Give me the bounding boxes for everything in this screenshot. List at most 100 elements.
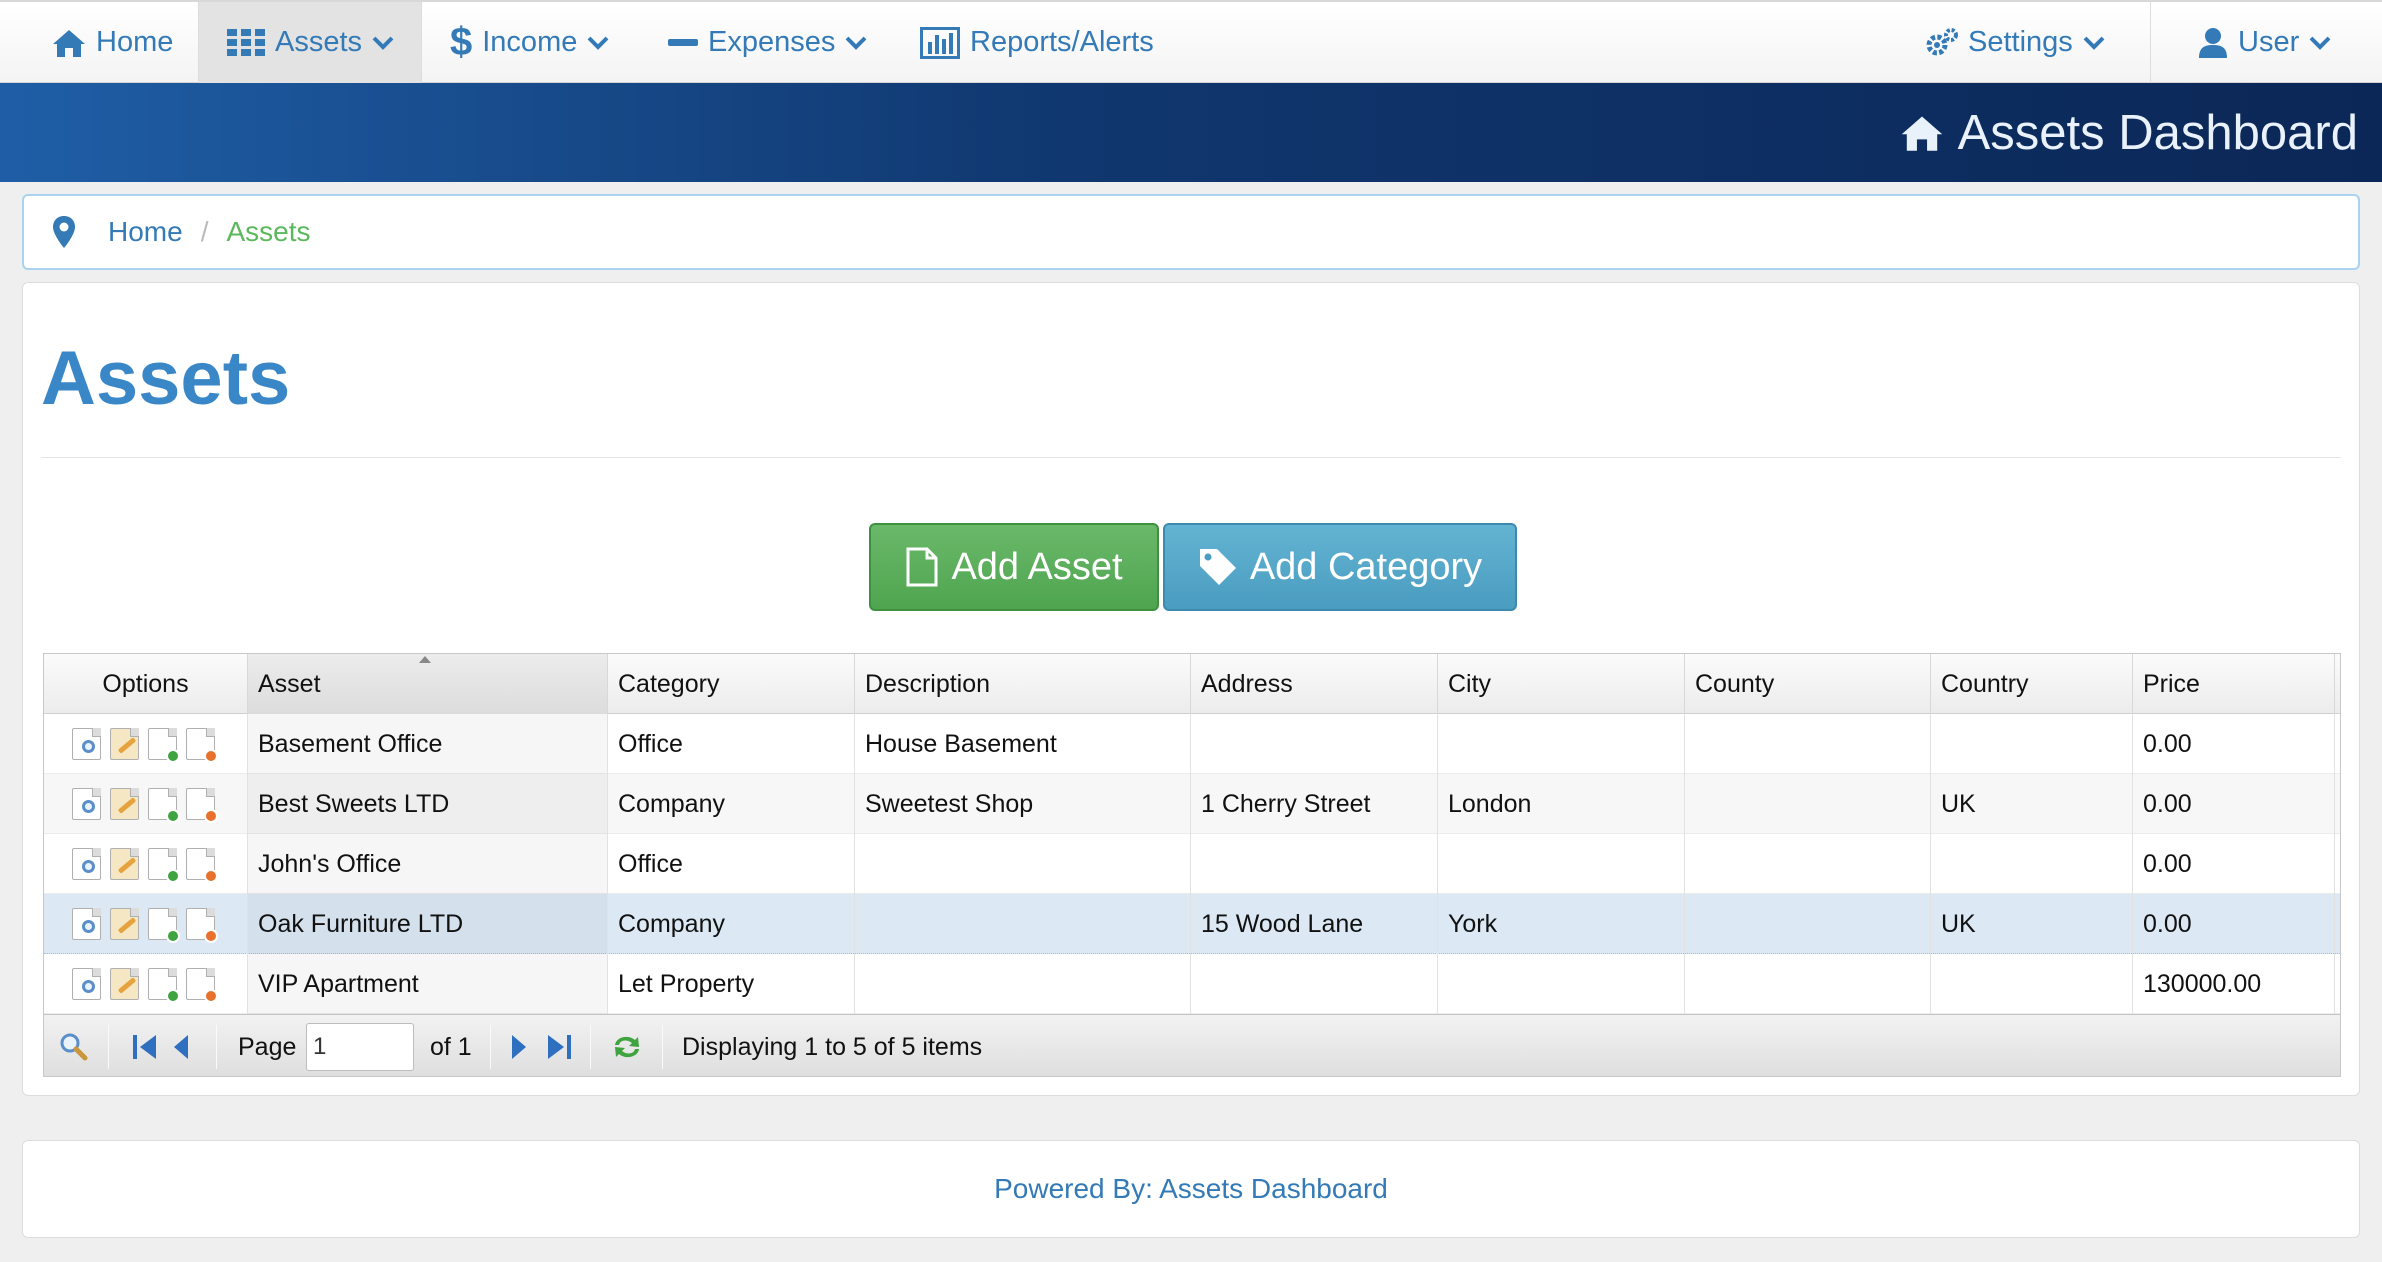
delete-record-icon[interactable] [186, 968, 218, 1003]
file-icon [906, 547, 938, 587]
delete-record-icon[interactable] [186, 788, 218, 823]
breadcrumb-home[interactable]: Home [108, 216, 183, 248]
table-row[interactable]: Best Sweets LTD Company Sweetest Shop 1 Che… [44, 774, 2340, 834]
cell-description [855, 834, 1191, 894]
nav-assets-label: Assets [275, 26, 363, 58]
nav-user-label: User [2238, 26, 2300, 58]
row-options [44, 714, 248, 774]
cell-address [1191, 954, 1438, 1014]
title-divider [41, 457, 2341, 458]
cell-description [855, 894, 1191, 954]
cell-city [1438, 834, 1685, 894]
cell-category: Company [608, 894, 855, 954]
page-label: Page [238, 1032, 297, 1061]
nav-user[interactable]: User [2170, 2, 2359, 83]
cell-county [1685, 894, 1931, 954]
assets-table: Options Asset Category Description Addre… [43, 653, 2341, 1077]
nav-expenses[interactable]: Expenses [640, 2, 895, 83]
cell-country: UK [1931, 774, 2133, 834]
sort-ascending-icon [419, 656, 431, 663]
add-record-icon[interactable] [148, 728, 180, 763]
add-asset-button[interactable]: Add Asset [869, 523, 1159, 611]
search-icon[interactable] [58, 1031, 88, 1061]
top-navbar: Home Assets $ Income Expenses Reports/Al… [0, 0, 2382, 83]
edit-record-icon[interactable] [110, 728, 139, 760]
column-header-price[interactable]: Price [2133, 654, 2335, 714]
map-marker-icon [53, 216, 75, 248]
home-icon [53, 29, 85, 57]
column-header-city[interactable]: City [1438, 654, 1685, 714]
add-record-icon[interactable] [148, 968, 180, 1003]
table-header: Options Asset Category Description Addre… [44, 654, 2340, 714]
cell-description: House Basement [855, 714, 1191, 774]
column-header-category[interactable]: Category [608, 654, 855, 714]
page-number-input[interactable] [306, 1023, 414, 1071]
chevron-down-icon [2309, 36, 2331, 50]
cell-price: 0.00 [2133, 714, 2335, 774]
nav-settings[interactable]: Settings [1898, 2, 2133, 83]
column-header-country[interactable]: Country [1931, 654, 2133, 714]
cell-price: 0.00 [2133, 774, 2335, 834]
edit-record-icon[interactable] [110, 908, 139, 940]
view-record-icon[interactable] [72, 848, 101, 880]
cell-asset: Oak Furniture LTD [248, 894, 608, 954]
last-page-icon[interactable] [546, 1033, 572, 1061]
row-options [44, 894, 248, 954]
view-record-icon[interactable] [72, 908, 101, 940]
table-row[interactable]: Oak Furniture LTD Company 15 Wood Lane York… [44, 894, 2340, 954]
banner-title: Assets Dashboard [1900, 83, 2358, 182]
first-page-icon[interactable] [132, 1033, 158, 1061]
cell-city [1438, 954, 1685, 1014]
add-record-icon[interactable] [148, 788, 180, 823]
cell-asset: Best Sweets LTD [248, 774, 608, 834]
cell-county [1685, 834, 1931, 894]
table-row[interactable]: Basement Office Office House Basement 0.00 [44, 714, 2340, 774]
footer-link[interactable]: Powered By: Assets Dashboard [994, 1173, 1388, 1205]
nav-income[interactable]: $ Income [422, 2, 637, 83]
refresh-icon[interactable] [610, 1031, 644, 1063]
nav-reports-label: Reports/Alerts [970, 26, 1154, 58]
cell-asset: Basement Office [248, 714, 608, 774]
dollar-icon: $ [450, 20, 473, 64]
table-row[interactable]: John's Office Office 0.00 [44, 834, 2340, 894]
table-row[interactable]: VIP Apartment Let Property 130000.00 [44, 954, 2340, 1014]
delete-record-icon[interactable] [186, 848, 218, 883]
column-header-description[interactable]: Description [855, 654, 1191, 714]
chevron-down-icon [587, 36, 609, 50]
view-record-icon[interactable] [72, 728, 101, 760]
row-options [44, 954, 248, 1014]
chevron-down-icon [372, 36, 394, 50]
delete-record-icon[interactable] [186, 728, 218, 763]
nav-home[interactable]: Home [24, 2, 201, 83]
cell-country [1931, 834, 2133, 894]
add-record-icon[interactable] [148, 848, 180, 883]
add-category-button[interactable]: Add Category [1163, 523, 1517, 611]
column-header-address[interactable]: Address [1191, 654, 1438, 714]
add-asset-label: Add Asset [951, 545, 1123, 588]
cell-country: UK [1931, 894, 2133, 954]
edit-record-icon[interactable] [110, 788, 139, 820]
next-page-icon[interactable] [510, 1033, 528, 1061]
row-options [44, 774, 248, 834]
edit-record-icon[interactable] [110, 968, 139, 1000]
nav-reports[interactable]: Reports/Alerts [892, 2, 1182, 83]
edit-record-icon[interactable] [110, 848, 139, 880]
cell-category: Company [608, 774, 855, 834]
cell-city: York [1438, 894, 1685, 954]
previous-page-icon[interactable] [172, 1033, 190, 1061]
cell-city: London [1438, 774, 1685, 834]
home-icon [1901, 116, 1942, 151]
cell-description [855, 954, 1191, 1014]
breadcrumb-separator: / [200, 216, 209, 247]
view-record-icon[interactable] [72, 968, 101, 1000]
column-header-options[interactable]: Options [44, 654, 248, 714]
delete-record-icon[interactable] [186, 908, 218, 943]
nav-assets[interactable]: Assets [199, 2, 421, 83]
view-record-icon[interactable] [72, 788, 101, 820]
column-header-asset[interactable]: Asset [248, 654, 608, 714]
cell-county [1685, 774, 1931, 834]
gears-icon [1926, 27, 1958, 55]
cell-price: 0.00 [2133, 894, 2335, 954]
column-header-county[interactable]: County [1685, 654, 1931, 714]
add-record-icon[interactable] [148, 908, 180, 943]
